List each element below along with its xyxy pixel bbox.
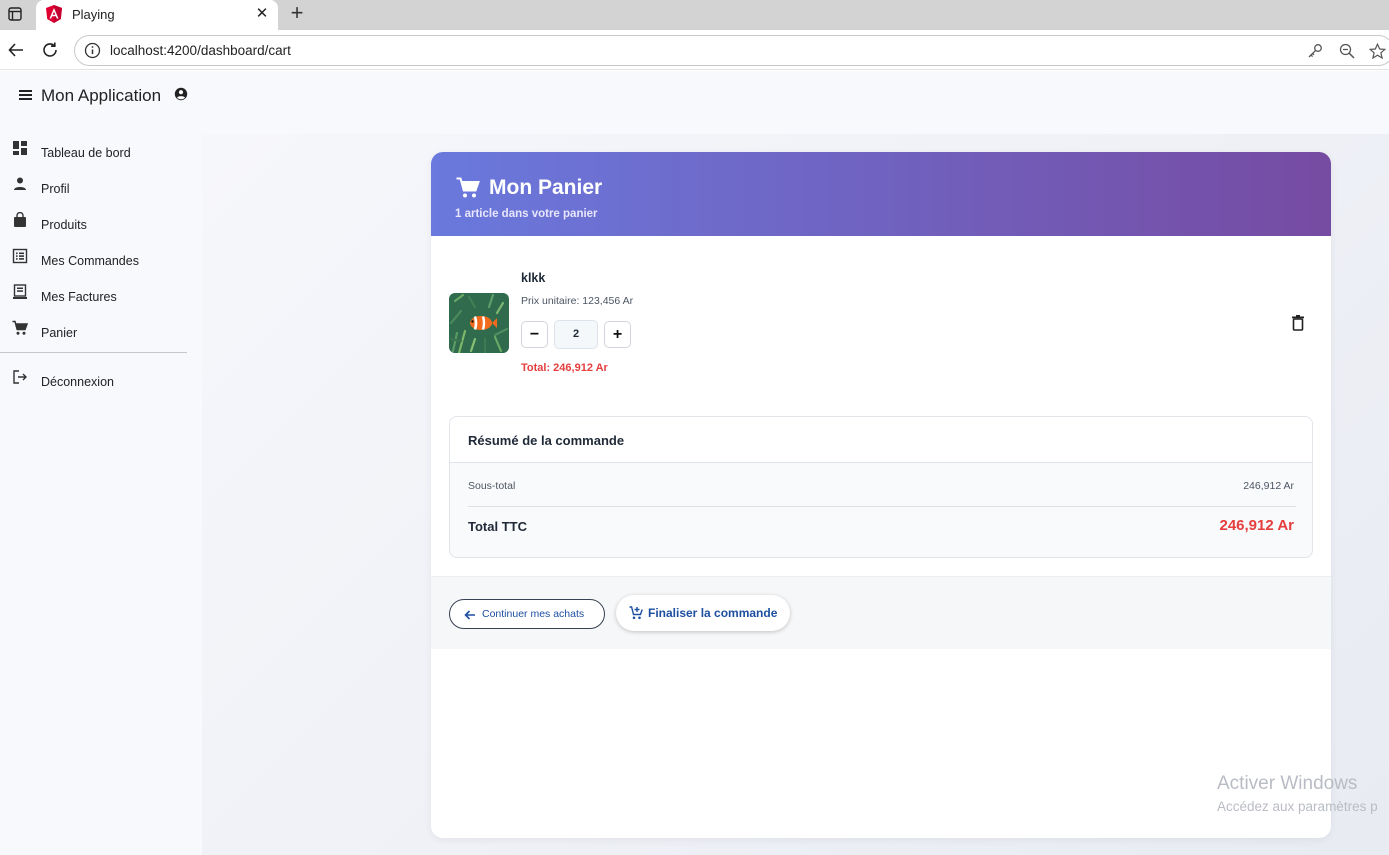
list-alt-icon [12, 248, 28, 264]
main-content: Mon Panier 1 article dans votre panier k… [202, 134, 1389, 855]
item-total: Total: 246,912 Ar [521, 362, 608, 374]
menu-icon[interactable] [18, 86, 34, 109]
sidebar-item-label: Profil [41, 182, 70, 196]
sidebar-item-label: Déconnexion [41, 375, 114, 389]
subtotal-label: Sous-total [468, 480, 516, 492]
dashboard-icon [12, 140, 28, 156]
product-name: klkk [521, 271, 546, 285]
back-icon[interactable] [5, 39, 27, 61]
shopping-bag-icon [12, 211, 28, 228]
sidebar-item-label: Tableau de bord [41, 146, 131, 160]
reload-icon[interactable] [39, 39, 61, 61]
sidebar-item-label: Mes Commandes [41, 254, 139, 268]
product-image [449, 293, 509, 353]
sidebar-divider [0, 352, 187, 353]
close-tab-icon[interactable]: ✕ [254, 5, 270, 23]
site-info-icon[interactable] [84, 42, 101, 64]
tab-actions-icon[interactable] [6, 5, 24, 23]
total-ttc-value: 246,912 Ar [1219, 517, 1294, 534]
add-shopping-cart-icon [629, 606, 643, 625]
summary-divider [468, 506, 1296, 507]
windows-activation-subtitle: Accédez aux paramètres p [1217, 799, 1378, 814]
summary-title: Résumé de la commande [468, 433, 625, 448]
person-icon [12, 176, 28, 192]
cart-header: Mon Panier 1 article dans votre panier [431, 152, 1331, 236]
sidebar-item-label: Mes Factures [41, 290, 117, 304]
app-toolbar: Mon Application [0, 71, 1389, 134]
tab-title: Playing [72, 7, 115, 22]
zoom-icon[interactable] [1338, 42, 1356, 60]
app-title: Mon Application [41, 86, 162, 105]
continue-shopping-label: Continuer mes achats [482, 608, 585, 620]
url-input[interactable]: localhost:4200/dashboard/cart [74, 35, 1389, 66]
sidebar: Tableau de bord Profil Produits Mes Comm… [0, 134, 202, 855]
subtotal-value: 246,912 Ar [1243, 480, 1294, 492]
sidebar-item-mes-factures[interactable]: Mes Factures [0, 280, 190, 310]
sidebar-item-label: Produits [41, 218, 87, 232]
browser-tab[interactable]: Playing ✕ [36, 0, 278, 30]
shopping-cart-icon [456, 177, 480, 204]
unit-price: Prix unitaire: 123,456 Ar [521, 295, 634, 307]
finalize-order-label: Finaliser la commande [648, 606, 778, 620]
total-ttc-label: Total TTC [468, 519, 527, 534]
new-tab-icon[interactable]: + [286, 2, 308, 26]
sidebar-item-produits[interactable]: Produits [0, 208, 190, 238]
address-bar: localhost:4200/dashboard/cart [0, 30, 1389, 70]
cart-title: Mon Panier [489, 176, 603, 199]
bookmark-star-icon[interactable] [1368, 42, 1386, 60]
cart-icon [12, 320, 29, 336]
account-circle-icon[interactable] [174, 87, 188, 106]
cart-item-count: 1 article dans votre panier [455, 208, 598, 220]
quantity-value[interactable]: 2 [554, 320, 598, 349]
logout-icon [12, 369, 28, 385]
decrement-quantity-button[interactable]: − [521, 321, 548, 348]
order-summary: Résumé de la commande Sous-total 246,912… [449, 416, 1313, 558]
summary-header: Résumé de la commande [450, 417, 1312, 463]
sidebar-item-tableau-de-bord[interactable]: Tableau de bord [0, 136, 190, 166]
finalize-order-button[interactable]: Finaliser la commande [616, 595, 790, 631]
cart-actions: Continuer mes achats Finaliser la comman… [431, 576, 1331, 649]
sidebar-item-mes-commandes[interactable]: Mes Commandes [0, 244, 190, 274]
cart-card: Mon Panier 1 article dans votre panier k… [431, 152, 1331, 838]
angular-icon [45, 4, 63, 29]
url-text: localhost:4200/dashboard/cart [110, 43, 291, 58]
sidebar-item-profil[interactable]: Profil [0, 172, 190, 202]
continue-shopping-button[interactable]: Continuer mes achats [449, 599, 605, 629]
increment-quantity-button[interactable]: + [604, 321, 631, 348]
sidebar-item-panier[interactable]: Panier [0, 316, 190, 346]
receipt-icon [12, 284, 28, 300]
key-icon[interactable] [1306, 42, 1324, 60]
browser-tab-bar: Playing ✕ + [0, 0, 1389, 30]
sidebar-item-label: Panier [41, 326, 78, 340]
windows-activation-title: Activer Windows [1217, 773, 1358, 794]
sidebar-item-deconnexion[interactable]: Déconnexion [0, 365, 190, 395]
delete-icon[interactable] [1290, 314, 1306, 332]
arrow-back-icon [464, 608, 476, 626]
